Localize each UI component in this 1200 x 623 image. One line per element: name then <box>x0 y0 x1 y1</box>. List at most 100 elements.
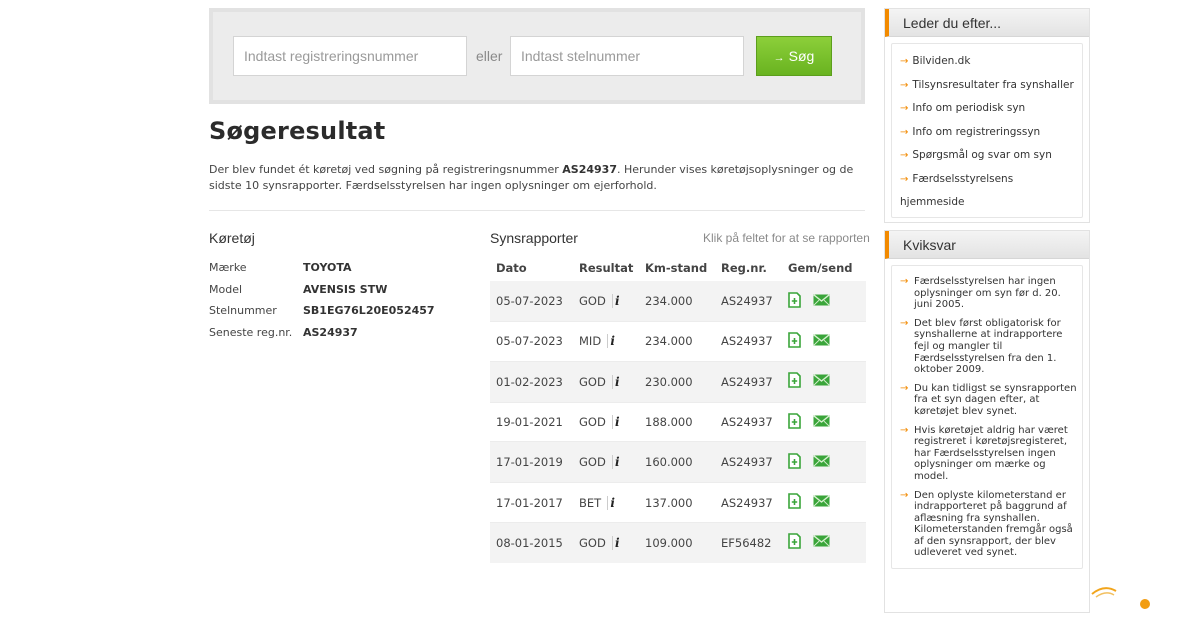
cell-date: 19-01-2021 <box>496 415 563 430</box>
arrow-right-icon: → <box>900 79 909 91</box>
cell-date: 08-01-2015 <box>496 535 563 550</box>
cell-date: 17-01-2017 <box>496 495 563 510</box>
cell-save-send <box>782 533 866 552</box>
table-row[interactable]: 17-01-2019 GOD i 160.000 AS24937 <box>490 442 866 483</box>
result-value: BET <box>579 495 602 510</box>
save-document-icon[interactable] <box>788 412 801 432</box>
vehicle-row-chassis: Stelnummer SB1EG76L20E052457 <box>209 300 435 322</box>
cell-result: GOD i <box>574 374 640 389</box>
vehicle-row-latest-reg: Seneste reg.nr. AS24937 <box>209 322 435 344</box>
table-header: Dato Resultat Km-stand Reg.nr. Gem/send <box>490 255 866 281</box>
table-row[interactable]: 01-02-2023 GOD i 230.000 AS24937 <box>490 361 866 402</box>
save-document-icon[interactable] <box>788 372 801 391</box>
email-envelope-icon[interactable] <box>813 293 830 309</box>
cell-date: 05-07-2023 <box>496 334 563 349</box>
vehicle-label: Mærke <box>209 261 247 275</box>
cell-save-send <box>782 291 866 311</box>
cell-reg: AS24937 <box>721 334 773 349</box>
save-document-icon[interactable] <box>788 332 801 351</box>
info-icon[interactable]: i <box>611 415 622 430</box>
table-row[interactable]: 08-01-2015 GOD i 109.000 EF56482 <box>490 522 866 564</box>
search-button-label: Søg <box>788 48 815 64</box>
sidebar-faq-title: Kviksvar <box>885 231 1089 259</box>
sidebar-link-label: Tilsynsresultater fra synshaller <box>912 78 1074 91</box>
email-envelope-icon[interactable] <box>813 455 830 470</box>
sidebar-link[interactable]: → Spørgsmål og svar om syn <box>900 144 1078 168</box>
save-document-icon[interactable] <box>788 453 801 472</box>
email-envelope-icon[interactable] <box>813 414 830 430</box>
arrow-right-icon: → <box>900 317 909 329</box>
sidebar-links-box: Leder du efter... → Bilviden.dk → Tilsynsre… <box>884 8 1090 223</box>
cell-save-send <box>782 453 866 472</box>
cell-reg: AS24937 <box>721 415 773 430</box>
result-value: GOD <box>579 294 606 309</box>
table-row[interactable]: 19-01-2021 GOD i 188.000 AS24937 <box>490 401 866 443</box>
cell-result: GOD i <box>574 415 640 430</box>
faq-text: Hvis køretøjet aldrig har været registre… <box>914 424 1068 482</box>
reports-hint: Klik på feltet for at se rapporten <box>703 231 870 245</box>
table-row[interactable]: 17-01-2017 BET i 137.000 AS24937 <box>490 482 866 523</box>
sidebar-link[interactable]: → Info om registreringssyn <box>900 121 1078 145</box>
chassis-number-input[interactable] <box>510 36 744 76</box>
sidebar-link-label: Spørgsmål og svar om syn <box>912 149 1052 161</box>
cell-reg: AS24937 <box>721 495 773 510</box>
info-icon[interactable]: i <box>607 495 617 510</box>
result-value: GOD <box>579 535 606 550</box>
faq-text: Den oplyste kilometerstand er indrapport… <box>914 489 1073 559</box>
info-icon[interactable]: i <box>611 374 622 389</box>
arrow-right-icon: → <box>900 126 909 138</box>
result-value: GOD <box>579 374 606 389</box>
info-icon[interactable]: i <box>611 535 622 550</box>
cell-reg: AS24937 <box>721 374 773 389</box>
cell-save-send <box>782 412 866 432</box>
cell-date: 17-01-2019 <box>496 455 563 470</box>
cell-result: GOD i <box>574 294 640 309</box>
vehicle-label: Model <box>209 282 243 296</box>
vehicle-value: AVENSIS STW <box>303 282 388 296</box>
divider <box>209 210 865 211</box>
table-row[interactable]: 05-07-2023 MID i 234.000 AS24937 <box>490 321 866 362</box>
result-value: GOD <box>579 415 606 430</box>
cell-km: 109.000 <box>645 535 693 550</box>
column-header-save-send: Gem/send <box>788 261 853 275</box>
email-envelope-icon[interactable] <box>813 535 830 550</box>
cell-result: BET i <box>574 495 640 510</box>
info-icon[interactable]: i <box>611 455 622 470</box>
column-header-km: Km-stand <box>645 261 708 275</box>
faq-item: → Den oplyste kilometerstand er indrappor… <box>900 490 1078 560</box>
result-value: GOD <box>579 455 606 470</box>
save-document-icon[interactable] <box>788 533 801 552</box>
email-envelope-icon[interactable] <box>813 334 830 349</box>
vehicle-heading: Køretøj <box>209 230 255 246</box>
result-text-before: Der blev fundet ét køretøj ved søgning p… <box>209 163 563 176</box>
sidebar-faq-list: → Færdselsstyrelsen har ingen oplysninger… <box>891 265 1083 570</box>
info-icon[interactable]: i <box>607 334 617 349</box>
search-button[interactable]: → Søg <box>756 36 832 76</box>
sidebar-link[interactable]: → Bilviden.dk <box>900 50 1078 74</box>
email-envelope-icon[interactable] <box>813 495 830 510</box>
cell-km: 188.000 <box>645 415 693 430</box>
save-document-icon[interactable] <box>788 291 801 311</box>
cell-date: 05-07-2023 <box>496 294 563 309</box>
table-row[interactable]: 05-07-2023 GOD i 234.000 AS24937 <box>490 281 866 322</box>
arrow-right-icon: → <box>900 382 909 394</box>
vehicle-value: TOYOTA <box>303 261 352 275</box>
info-icon[interactable]: i <box>611 294 622 309</box>
sidebar-link[interactable]: → Færdselsstyrelsens hjemmeside <box>900 168 1078 215</box>
faq-text: Færdselsstyrelsen har ingen oplysninger … <box>914 276 1061 311</box>
sidebar-link-label: Færdselsstyrelsens hjemmeside <box>900 172 1014 209</box>
faq-item: → Hvis køretøjet aldrig har været registr… <box>900 425 1078 483</box>
result-value: MID <box>579 334 602 349</box>
registration-number-input[interactable] <box>233 36 467 76</box>
cell-km: 137.000 <box>645 495 693 510</box>
cell-km: 160.000 <box>645 455 693 470</box>
arrow-right-icon: → <box>900 150 909 161</box>
vehicle-label: Stelnummer <box>209 304 277 318</box>
result-description: Der blev fundet ét køretøj ved søgning p… <box>209 162 869 194</box>
email-envelope-icon[interactable] <box>813 374 830 389</box>
sidebar-link[interactable]: → Tilsynsresultater fra synshaller <box>900 74 1078 98</box>
save-document-icon[interactable] <box>788 493 801 512</box>
cell-save-send <box>782 493 866 512</box>
sidebar-link[interactable]: → Info om periodisk syn <box>900 97 1078 121</box>
faq-text: Det blev først obligatorisk for synshall… <box>914 317 1063 376</box>
